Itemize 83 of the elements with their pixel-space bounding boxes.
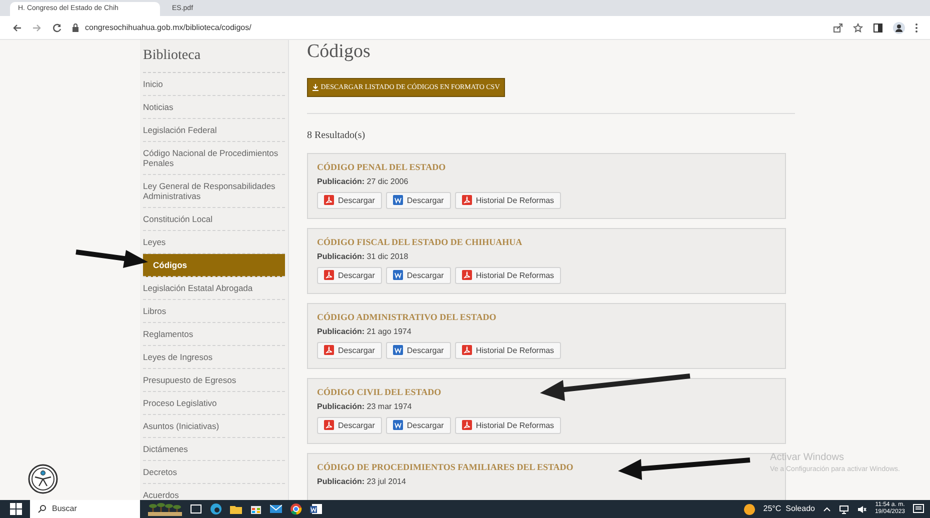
word-file-icon	[392, 345, 403, 356]
pdf-file-icon	[324, 345, 334, 356]
forward-icon	[32, 22, 42, 32]
pdf-file-icon	[462, 345, 472, 356]
profile-icon	[893, 22, 905, 34]
windows-start-icon	[10, 503, 22, 515]
pdf-file-icon	[324, 270, 334, 280]
weather-text: 25°C Soleado	[763, 503, 815, 515]
download-button[interactable]: Historial De Reformas	[454, 266, 562, 284]
lock-icon	[72, 23, 79, 32]
sidebar-item[interactable]: Inicio	[143, 73, 285, 96]
code-title[interactable]: CÓDIGO FISCAL DEL ESTADO DE CHIHUAHUA	[317, 236, 522, 248]
sidebar-item[interactable]: Noticias	[143, 96, 285, 119]
word-file-icon	[392, 195, 403, 206]
sidebar-item[interactable]: Proceso Legislativo	[143, 392, 285, 415]
publication-date: Publicación: 21 ago 1974	[317, 326, 412, 337]
more-icon	[915, 22, 918, 32]
taskbar-search[interactable]: Buscar	[30, 500, 140, 518]
pdf-file-icon	[462, 270, 472, 280]
edge-icon	[210, 503, 222, 515]
pdf-file-icon	[324, 420, 334, 430]
sidebar-item[interactable]: Códigos	[143, 254, 285, 277]
download-button[interactable]: Historial De Reformas	[454, 192, 562, 209]
download-button[interactable]: Historial De Reformas	[454, 416, 562, 434]
download-button[interactable]: Descargar	[317, 416, 382, 434]
page-title: Códigos	[307, 40, 372, 64]
pdf-file-icon	[462, 420, 472, 430]
star-icon	[853, 22, 863, 32]
sidebar-item[interactable]: Legislación Federal	[143, 119, 285, 142]
publication-date: Publicación: 23 jul 2014	[317, 476, 407, 487]
sidebar-item[interactable]: Legislación Estatal Abrogada	[143, 277, 285, 300]
publication-date: Publicación: 27 dic 2006	[317, 176, 410, 187]
sidebar-item[interactable]: Presupuesto de Egresos	[143, 369, 285, 392]
activation-title: Activar Windows	[770, 452, 845, 464]
code-title[interactable]: CÓDIGO PENAL DEL ESTADO	[317, 162, 446, 173]
sidebar-title: Biblioteca	[143, 40, 285, 73]
word-file-icon	[392, 420, 403, 430]
download-button[interactable]: Descargar	[386, 266, 451, 284]
sun-icon	[744, 504, 756, 514]
results-count: 8 Resultado(s)	[307, 112, 795, 143]
sidebar-item[interactable]: Asuntos (Iniciativas)	[143, 415, 285, 438]
chevron-up-icon	[822, 506, 831, 512]
publication-date: Publicación: 23 mar 1974	[317, 402, 413, 412]
download-button[interactable]: Descargar	[386, 416, 451, 434]
sidebar-item[interactable]: Decretos	[143, 461, 285, 484]
download-button[interactable]: Historial De Reformas	[454, 342, 562, 359]
download-button[interactable]: Descargar	[317, 266, 382, 284]
download-button[interactable]: Descargar	[317, 342, 382, 359]
code-title[interactable]: CÓDIGO ADMINISTRATIVO DEL ESTADO	[317, 312, 496, 323]
sidebar-item[interactable]: Dictámenes	[143, 438, 285, 461]
sidebar-item[interactable]: Código Nacional de Procedimientos Penales	[143, 142, 285, 175]
reload-icon	[52, 22, 62, 32]
share-icon	[833, 22, 843, 32]
mail-icon	[270, 503, 282, 515]
sidebar-item[interactable]: Reglamentos	[143, 323, 285, 346]
sidebar-item[interactable]: Ley General de Responsabilidades Administrativas	[143, 175, 285, 208]
sidebar-item[interactable]: Leyes de Ingresos	[143, 346, 285, 369]
sidebar-item[interactable]: Libros	[143, 300, 285, 323]
sidebar-icon	[873, 22, 883, 32]
code-title[interactable]: CÓDIGO DE PROCEDIMIENTOS FAMILIARES DEL ESTADO	[317, 462, 574, 473]
folder-icon	[230, 503, 242, 515]
pdf-file-icon	[324, 195, 334, 206]
task-view-icon	[190, 503, 202, 515]
download-button[interactable]: Descargar	[386, 192, 451, 209]
pdf-file-icon	[462, 195, 472, 206]
download-button[interactable]: Descargar	[386, 342, 451, 359]
url-text[interactable]: congresochihuahua.gob.mx/biblioteca/codigos/	[85, 22, 252, 34]
search-icon	[38, 505, 46, 513]
store-icon	[250, 503, 262, 515]
speaker-icon	[856, 504, 867, 514]
sidebar-item[interactable]: Constitución Local	[143, 208, 285, 231]
notification-icon	[913, 504, 924, 514]
word-app-icon	[310, 503, 322, 515]
download-icon	[312, 84, 319, 91]
accessibility-icon	[28, 464, 58, 494]
publication-date: Publicación: 31 dic 2018	[317, 252, 410, 262]
network-icon	[838, 504, 849, 514]
code-title[interactable]: CÓDIGO CIVIL DEL ESTADO	[317, 386, 442, 398]
trees-icon	[148, 502, 182, 516]
chrome-icon	[290, 503, 302, 515]
back-icon	[12, 22, 22, 32]
word-file-icon	[392, 270, 403, 280]
download-button[interactable]: Descargar	[317, 192, 382, 209]
